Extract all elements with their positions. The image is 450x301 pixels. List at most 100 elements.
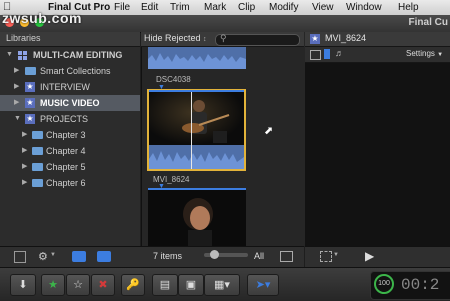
- playhead-marker-icon: ▼: [158, 183, 165, 190]
- display-icon[interactable]: [280, 251, 293, 262]
- timecode-digits: 00:2: [401, 276, 440, 294]
- clip-filmstrip-partial[interactable]: [148, 47, 246, 69]
- menu-file[interactable]: File: [114, 1, 130, 14]
- disclosure-right-icon[interactable]: ▶: [14, 79, 19, 95]
- insert-clip-button[interactable]: ▣: [178, 274, 204, 296]
- sidebar-item-chapter-4[interactable]: ▶ Chapter 4: [0, 143, 140, 159]
- event-star-icon: ★: [25, 114, 35, 124]
- folder-icon: [32, 131, 43, 139]
- play-button[interactable]: ▶: [365, 249, 374, 263]
- sidebar-item-chapter-6[interactable]: ▶ Chapter 6: [0, 175, 140, 191]
- arrow-pointer-icon: ➤▾: [255, 279, 271, 291]
- clip-dsc4038[interactable]: [147, 89, 246, 171]
- chevron-down-icon: ▼: [333, 252, 339, 258]
- favorite-button[interactable]: ★: [41, 274, 65, 296]
- sidebar-toggle-icon[interactable]: [14, 251, 26, 263]
- cursor-icon: ⬈: [264, 125, 274, 137]
- watermark: zwsub.com: [2, 10, 82, 26]
- disclosure-down-icon[interactable]: ▼: [6, 47, 13, 63]
- append-clip-button[interactable]: ▦▾: [204, 274, 240, 296]
- sidebar-item-label: INTERVIEW: [40, 82, 90, 92]
- singer-image: [183, 198, 213, 246]
- menu-mark[interactable]: Mark: [204, 1, 226, 14]
- folder-icon: [32, 179, 43, 187]
- disclosure-right-icon[interactable]: ▶: [22, 159, 27, 175]
- libraries-title: Libraries: [6, 33, 41, 43]
- select-tool-button[interactable]: ➤▾: [247, 274, 279, 296]
- keyword-button[interactable]: 🔑: [121, 274, 145, 296]
- disclosure-right-icon[interactable]: ▶: [22, 127, 27, 143]
- skimmer-line: [191, 91, 192, 169]
- key-icon: 🔑: [126, 279, 140, 291]
- viewer-title: MVI_8624: [325, 33, 367, 43]
- inspector-icon[interactable]: [310, 50, 321, 60]
- sidebar-item-label: PROJECTS: [40, 114, 89, 124]
- list-view-button[interactable]: [97, 251, 111, 262]
- all-filter[interactable]: All: [254, 251, 264, 261]
- clip-mvi-8624[interactable]: [148, 188, 246, 246]
- menu-view[interactable]: View: [312, 1, 334, 14]
- viewer-pane: [305, 32, 450, 246]
- viewer-toolbar: ♬ Settings ▼: [305, 47, 450, 63]
- disclosure-right-icon[interactable]: ▶: [22, 175, 27, 191]
- folder-icon: [25, 67, 36, 75]
- folder-icon: [32, 147, 43, 155]
- menu-modify[interactable]: Modify: [269, 1, 298, 14]
- zoom-slider-knob[interactable]: [210, 250, 219, 259]
- menu-help[interactable]: Help: [398, 1, 419, 14]
- transform-icon[interactable]: [320, 251, 332, 262]
- audio-icon[interactable]: ♬: [335, 48, 344, 58]
- sidebar-item-label: Chapter 5: [46, 162, 86, 172]
- search-icon: ⚲: [220, 33, 227, 43]
- sidebar-item-interview[interactable]: ▶ ★ INTERVIEW: [0, 79, 140, 95]
- libraries-header: Libraries: [0, 32, 140, 47]
- sidebar-item-chapter-5[interactable]: ▶ Chapter 5: [0, 159, 140, 175]
- import-button[interactable]: ⬇: [10, 274, 36, 296]
- playhead-marker-icon: ▼: [158, 84, 165, 91]
- sidebar-item-smart-collections[interactable]: ▶ Smart Collections: [0, 63, 140, 79]
- settings-menu[interactable]: Settings ▼: [406, 49, 443, 58]
- gear-icon[interactable]: ⚙: [38, 250, 48, 263]
- zoom-slider[interactable]: [204, 250, 248, 259]
- disclosure-right-icon[interactable]: ▶: [14, 63, 19, 79]
- menu-trim[interactable]: Trim: [170, 1, 190, 14]
- chevron-down-icon: ▼: [50, 252, 56, 258]
- main-toolbar: ⬇ ★ ☆ ✖ 🔑 ▤ ▣ ▦▾ ➤▾ 100 00:2: [0, 267, 450, 301]
- disclosure-right-icon[interactable]: ▶: [14, 95, 19, 111]
- filter-label: Hide Rejected: [144, 33, 201, 43]
- settings-label: Settings: [406, 49, 435, 58]
- background-tasks-indicator[interactable]: 100: [374, 274, 394, 294]
- reject-button[interactable]: ✖: [91, 274, 115, 296]
- connect-icon: ▤: [159, 279, 171, 291]
- library-row[interactable]: ▼ MULTI-CAM EDITING: [0, 47, 140, 63]
- append-icon: ▦▾: [214, 279, 230, 291]
- folder-icon: [32, 163, 43, 171]
- filmstrip-view-button[interactable]: [72, 251, 86, 262]
- chevron-down-icon: ▼: [437, 52, 444, 58]
- audio-waveform-strip: [149, 145, 244, 169]
- connect-clip-button[interactable]: ▤: [152, 274, 178, 296]
- unrate-button[interactable]: ☆: [66, 274, 90, 296]
- window-title: Final Cu: [408, 17, 448, 28]
- sidebar-item-label: MUSIC VIDEO: [40, 98, 100, 108]
- sidebar-item-chapter-3[interactable]: ▶ Chapter 3: [0, 127, 140, 143]
- disclosure-down-icon[interactable]: ▼: [14, 111, 21, 127]
- filmstrip-icon[interactable]: [324, 49, 330, 59]
- clip-thumbnail: [149, 91, 244, 145]
- filter-popup[interactable]: Hide Rejected ↕: [144, 33, 207, 43]
- sidebar-item-music-video[interactable]: ▶ ★ MUSIC VIDEO: [0, 95, 140, 111]
- menu-window[interactable]: Window: [346, 1, 382, 14]
- disclosure-right-icon[interactable]: ▶: [22, 143, 27, 159]
- menu-clip[interactable]: Clip: [238, 1, 255, 14]
- sidebar-item-label: Chapter 3: [46, 130, 86, 140]
- sidebar-item-label: Chapter 4: [46, 146, 86, 156]
- event-star-icon: ★: [310, 34, 320, 44]
- viewer-footer: ▼ ▶: [305, 246, 450, 267]
- search-field[interactable]: ⚲: [215, 33, 300, 46]
- menu-edit[interactable]: Edit: [141, 1, 158, 14]
- audio-waveform: [148, 53, 246, 69]
- clip-label: DSC4038: [156, 75, 191, 84]
- sidebar-item-projects[interactable]: ▼ ★ PROJECTS: [0, 111, 140, 127]
- viewer-header: ★ MVI_8624: [305, 32, 450, 47]
- star-outline-icon: ☆: [73, 279, 83, 291]
